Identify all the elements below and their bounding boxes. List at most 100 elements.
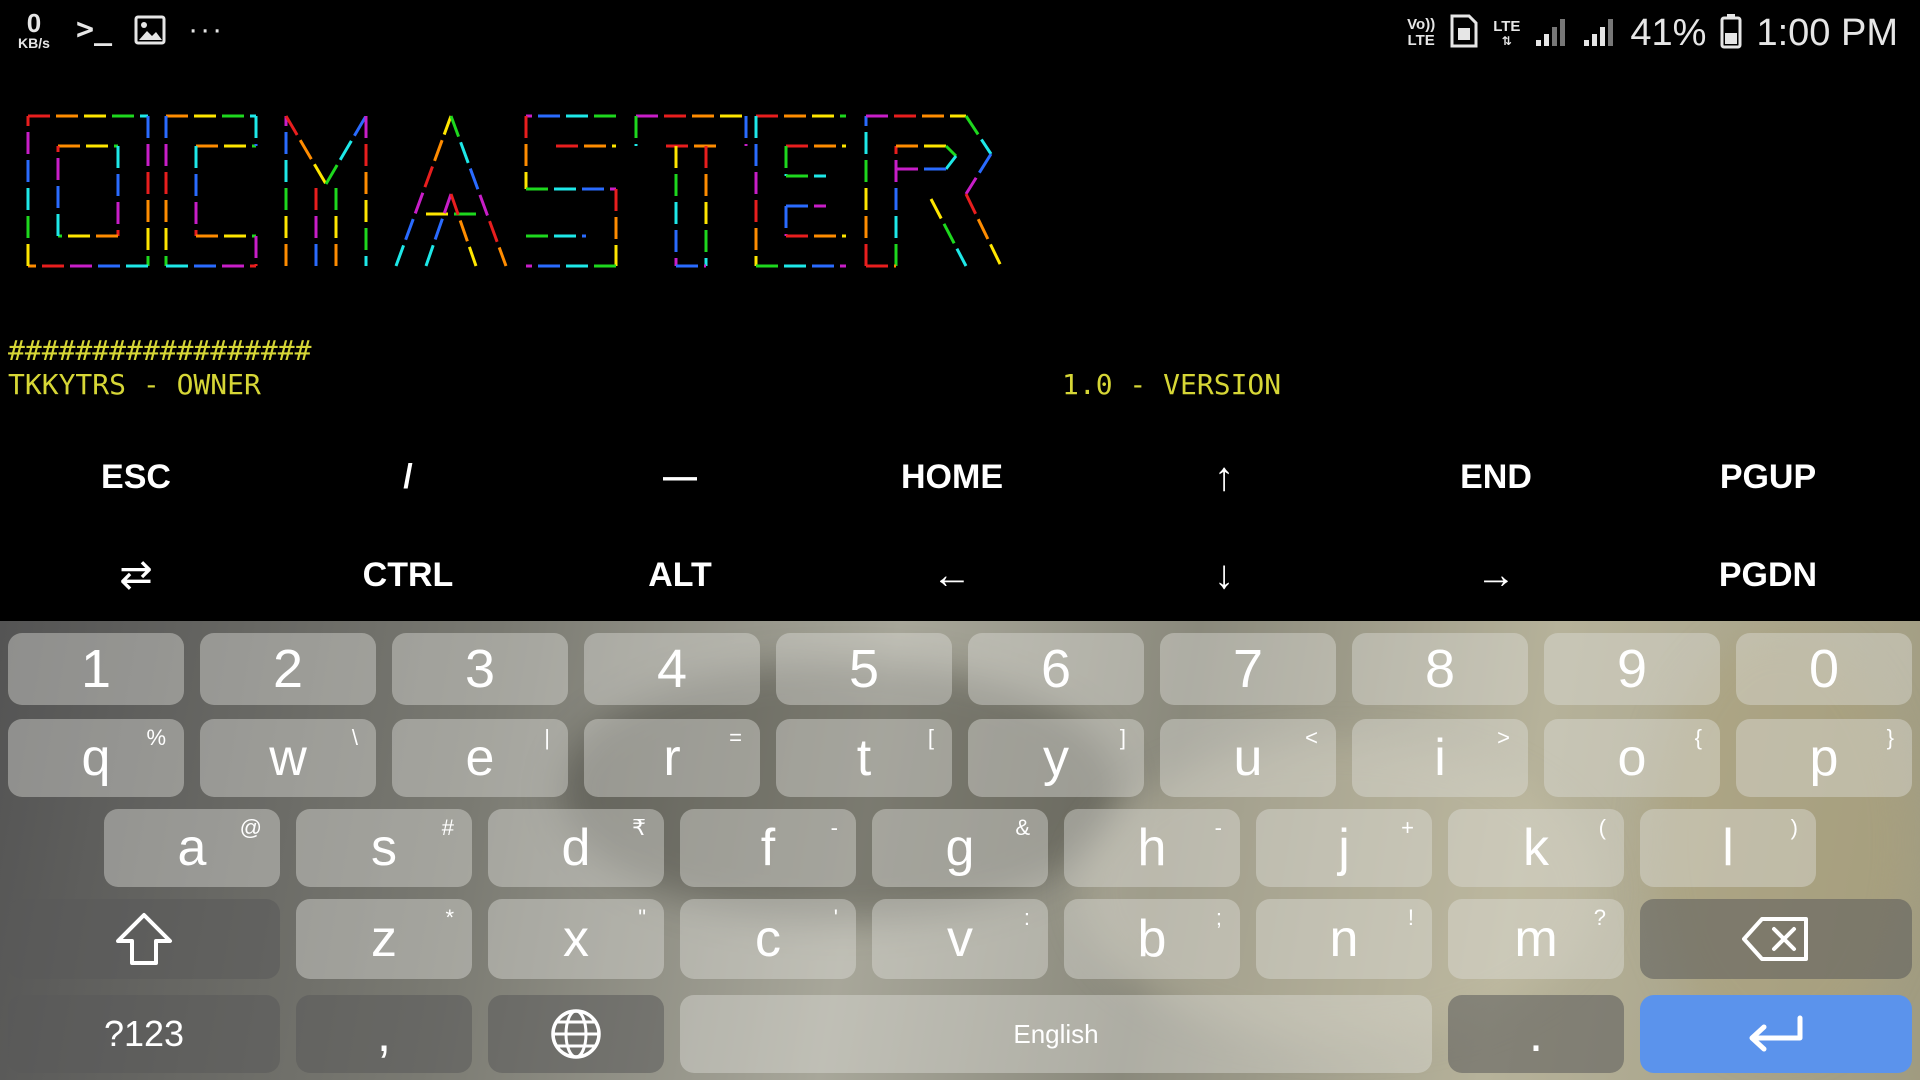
key-v[interactable]: v: <box>872 899 1048 979</box>
terminal-version-line: 1.0 - VERSION <box>1062 368 1282 401</box>
key-label: b <box>1137 910 1167 968</box>
status-bar: 0 KB/s >_ ··· Vo)) LTE LTE ⇅ 41% 1:00 PM <box>0 0 1920 64</box>
key-e[interactable]: e | <box>392 719 568 797</box>
key-g[interactable]: g & <box>872 809 1048 887</box>
lte-indicator: LTE ⇅ <box>1493 19 1520 47</box>
esc-key[interactable]: ESC <box>0 428 272 526</box>
banner-segment <box>394 244 405 267</box>
key-3[interactable]: 3 <box>392 633 568 705</box>
key-p[interactable]: p} <box>1736 719 1912 797</box>
banner-segment <box>413 192 425 214</box>
key-i[interactable]: i > <box>1352 719 1528 797</box>
key-hint: ? <box>1593 905 1606 930</box>
banner-segment <box>324 164 339 185</box>
key-l[interactable]: l) <box>1640 809 1816 887</box>
ctrl-key[interactable]: CTRL <box>272 526 544 624</box>
key-7[interactable]: 7 <box>1160 633 1336 705</box>
key-9[interactable]: 9 <box>1544 633 1720 705</box>
dash-key[interactable]: — <box>544 428 816 526</box>
key-label: u <box>1233 729 1263 787</box>
banner-segment <box>449 193 460 216</box>
key-2[interactable]: 2 <box>200 633 376 705</box>
key-d[interactable]: d ₹ <box>488 809 664 887</box>
enter-icon <box>1749 1015 1803 1052</box>
key-f[interactable]: f- <box>680 809 856 887</box>
key-5[interactable]: 5 <box>776 633 952 705</box>
space-bar[interactable]: English <box>680 995 1432 1073</box>
key-j[interactable]: j + <box>1256 809 1432 887</box>
pgdn-key[interactable]: PGDN <box>1632 526 1904 624</box>
alt-key[interactable]: ALT <box>544 526 816 624</box>
arrow-right-key[interactable]: → <box>1360 526 1632 624</box>
key-u[interactable]: u < <box>1160 719 1336 797</box>
banner-segment <box>976 218 990 240</box>
tab-key[interactable]: ⇄ <box>0 526 272 624</box>
symbols-key[interactable]: ?123 <box>8 995 280 1073</box>
key-label: o <box>1617 729 1647 787</box>
clock: 1:00 PM <box>1756 11 1898 54</box>
key-m[interactable]: m? <box>1448 899 1624 979</box>
key-label: n <box>1329 910 1359 968</box>
key-t[interactable]: t[ <box>776 719 952 797</box>
shift-key[interactable] <box>8 899 280 979</box>
key-hint: > <box>1497 725 1510 750</box>
key-h[interactable]: h- <box>1064 809 1240 887</box>
key-hint: * <box>445 905 454 930</box>
key-label: y <box>1043 729 1069 787</box>
enter-key[interactable] <box>1640 995 1912 1073</box>
key-label: k <box>1523 819 1549 877</box>
signal-strength-icon-sim2 <box>1582 14 1616 53</box>
key-b[interactable]: b; <box>1064 899 1240 979</box>
banner-segment <box>964 115 980 136</box>
key-hint: : <box>1023 905 1030 930</box>
home-key[interactable]: HOME <box>816 428 1088 526</box>
key-label: a <box>177 819 207 877</box>
terminal-hash-line: ################## <box>8 334 312 367</box>
status-bar-right: Vo)) LTE LTE ⇅ 41% 1:00 PM <box>1407 8 1898 58</box>
key-k[interactable]: k( <box>1448 809 1624 887</box>
key-0[interactable]: 0 <box>1736 633 1912 705</box>
key-a[interactable]: a @ <box>104 809 280 887</box>
key-hint: ; <box>1215 905 1222 930</box>
globe-icon <box>551 1009 601 1059</box>
key-r[interactable]: r = <box>584 719 760 797</box>
backspace-key[interactable] <box>1640 899 1912 979</box>
arrow-left-key[interactable]: ← <box>816 526 1088 624</box>
banner-segment <box>989 243 1002 265</box>
key-n[interactable]: n! <box>1256 899 1432 979</box>
key-4[interactable]: 4 <box>584 633 760 705</box>
banner-segment <box>338 140 353 161</box>
key-hint: ! <box>1407 905 1414 930</box>
key-y[interactable]: y] <box>968 719 1144 797</box>
period-key[interactable]: . <box>1448 995 1624 1073</box>
key-w[interactable]: w \ <box>200 719 376 797</box>
slash-key[interactable]: / <box>272 428 544 526</box>
comma-key[interactable]: , <box>296 995 472 1073</box>
banner-segment <box>424 244 435 267</box>
pgup-key[interactable]: PGUP <box>1632 428 1904 526</box>
volte-icon-top: Vo)) <box>1407 16 1436 34</box>
language-key[interactable] <box>488 995 664 1073</box>
extra-keys-row-1: ESC / — HOME ↑ END PGUP <box>0 428 1920 526</box>
banner-segment <box>944 155 958 170</box>
arrow-down-key[interactable]: ↓ <box>1088 526 1360 624</box>
key-8[interactable]: 8 <box>1352 633 1528 705</box>
key-o[interactable]: o{ <box>1544 719 1720 797</box>
key-z[interactable]: z * <box>296 899 472 979</box>
end-key[interactable]: END <box>1360 428 1632 526</box>
key-1[interactable]: 1 <box>8 633 184 705</box>
key-x[interactable]: x " <box>488 899 664 979</box>
key-s[interactable]: s # <box>296 809 472 887</box>
key-c[interactable]: c ' <box>680 899 856 979</box>
key-label: i <box>1434 729 1446 787</box>
ascii-art-banner <box>26 94 1066 308</box>
key-label: z <box>371 910 397 968</box>
arrow-up-key[interactable]: ↑ <box>1088 428 1360 526</box>
banner-segment <box>488 220 499 243</box>
banner-segment <box>284 115 299 136</box>
status-bar-left: 0 KB/s >_ ··· <box>14 10 224 51</box>
key-6[interactable]: 6 <box>968 633 1144 705</box>
key-q[interactable]: q% <box>8 719 184 797</box>
key-hint: - <box>1214 815 1222 840</box>
key-hint: + <box>1401 815 1414 840</box>
